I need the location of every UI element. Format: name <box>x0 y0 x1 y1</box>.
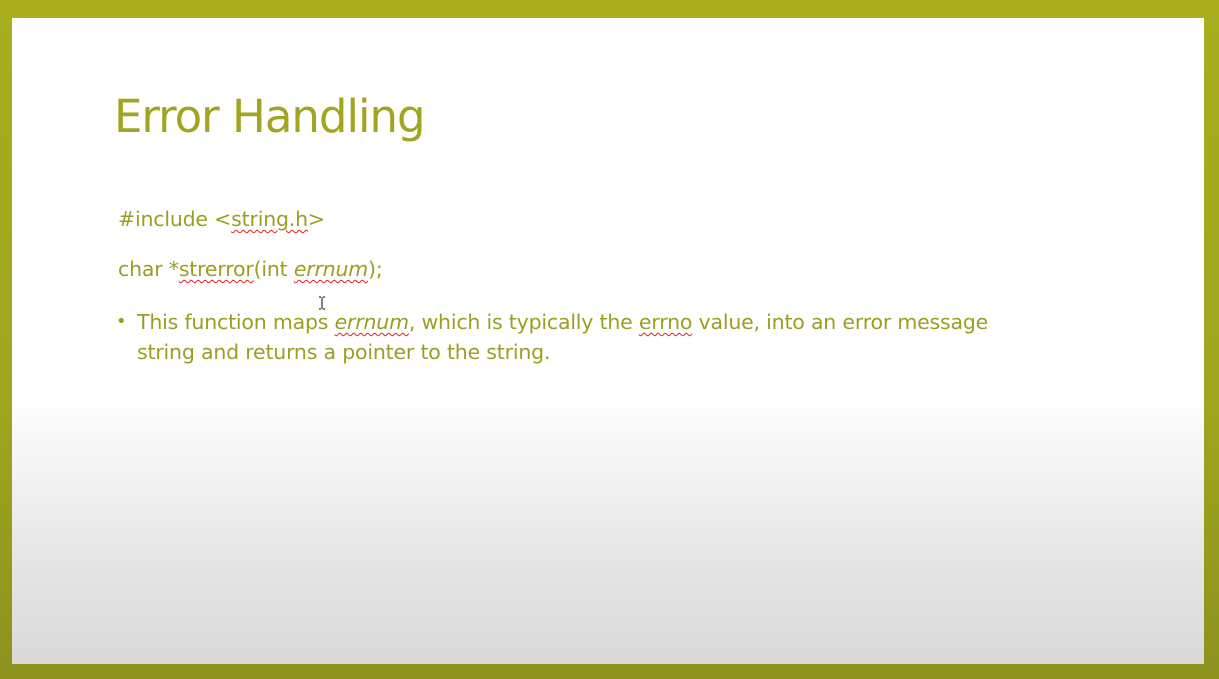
bullet-errno: errno <box>638 310 693 334</box>
text-cursor-icon <box>319 296 325 310</box>
include-header: string.h <box>231 207 308 231</box>
prototype-param: errnum <box>293 257 369 281</box>
bullet-text: This function maps errnum, which is typi… <box>137 307 1017 367</box>
prototype-func-name: strerror <box>178 257 254 281</box>
prototype-suffix: ); <box>368 257 383 281</box>
bullet-marker: • <box>116 311 127 332</box>
prototype-prefix: char * <box>118 257 179 281</box>
prototype-line: char *strerror(int errnum); <box>118 257 383 281</box>
bullet-part1: This function maps <box>137 310 335 334</box>
slide: Error Handling #include <string.h> char … <box>12 18 1204 664</box>
include-prefix: #include < <box>118 207 232 231</box>
bullet-part2: , which is typically the <box>408 310 639 334</box>
slide-title: Error Handling <box>114 90 426 143</box>
prototype-mid: (int <box>253 257 294 281</box>
include-suffix: > <box>307 207 325 231</box>
bullet-param: errnum <box>334 310 409 334</box>
include-line: #include <string.h> <box>118 207 325 231</box>
